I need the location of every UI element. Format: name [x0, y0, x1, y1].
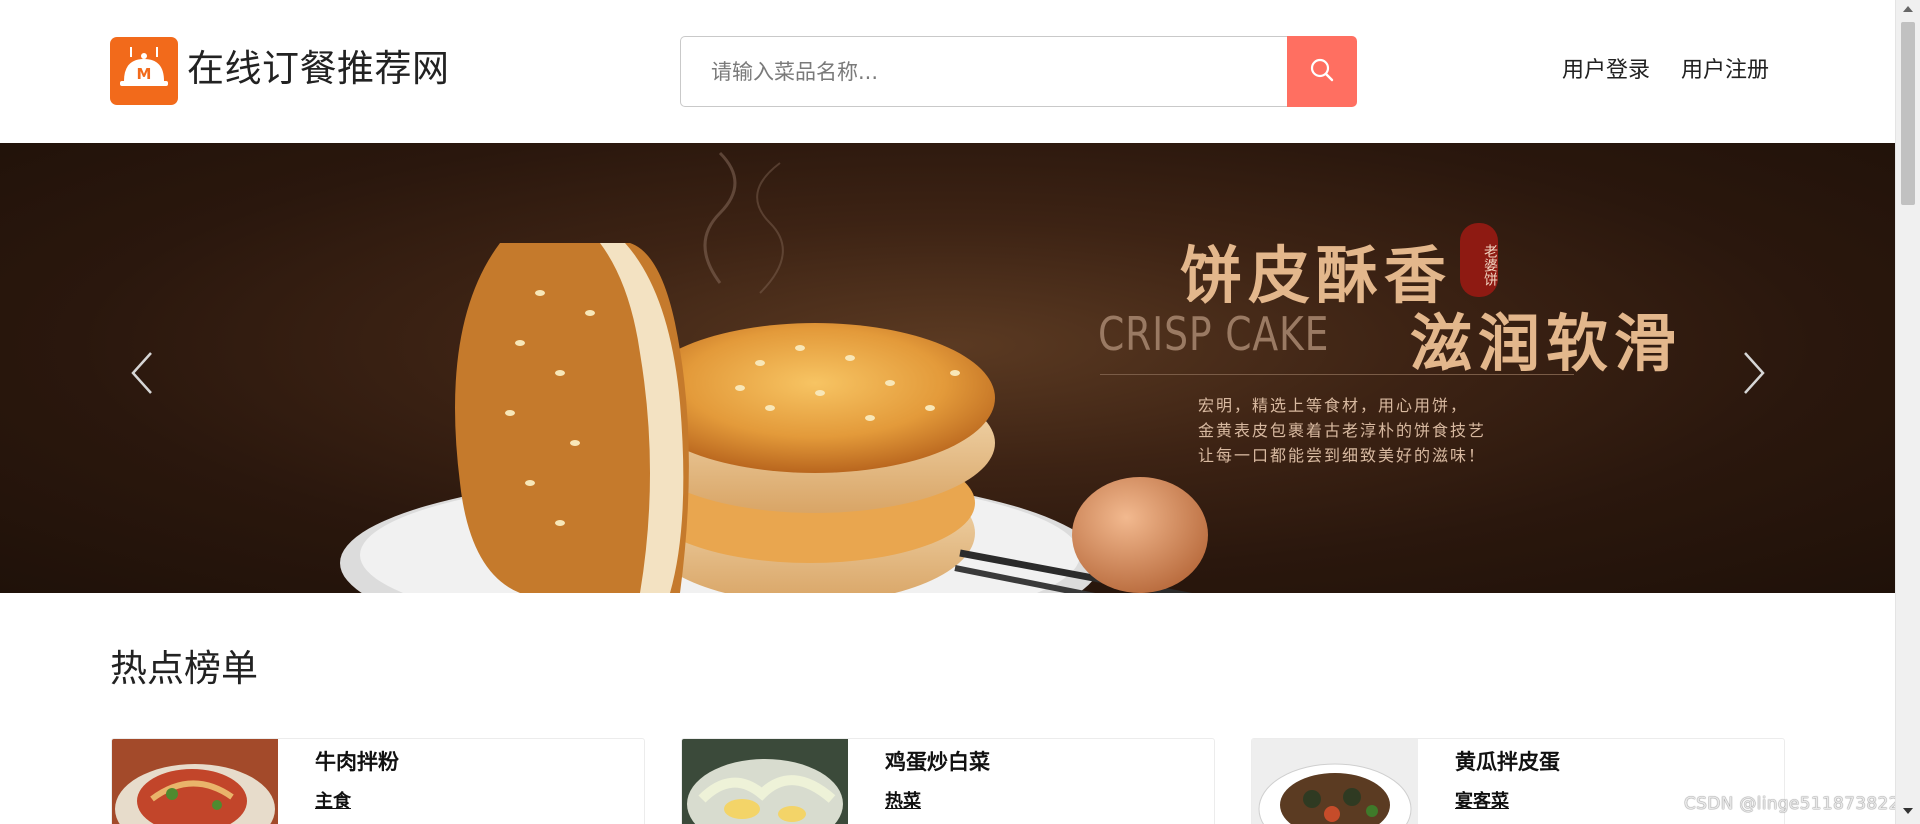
register-link[interactable]: 用户注册	[1681, 55, 1769, 87]
dish-thumbnail	[112, 739, 278, 824]
carousel-prev-icon[interactable]	[122, 343, 162, 403]
search-icon	[1309, 57, 1335, 86]
dish-name[interactable]: 黄瓜拌皮蛋	[1455, 747, 1560, 777]
banner-heading-2: 滋润软滑	[1410, 307, 1683, 380]
banner-divider	[1100, 374, 1574, 375]
dish-category-link[interactable]: 宴客菜	[1455, 789, 1509, 815]
dish-card[interactable]: 牛肉拌粉 主食	[111, 738, 645, 824]
site-title[interactable]: 在线订餐推荐网	[187, 44, 450, 94]
hero-banner[interactable]: 饼皮酥香 老婆饼 CRISP CAKE 滋润软滑 宏明，精选上等食材，用心用饼，…	[0, 143, 1895, 593]
dish-category-link[interactable]: 热菜	[885, 789, 921, 815]
scroll-up-arrow-icon[interactable]	[1903, 6, 1913, 12]
banner-description-line: 让每一口都能尝到细致美好的滋味！	[1198, 446, 1487, 465]
carousel-next-icon[interactable]	[1734, 343, 1774, 403]
page-scrollbar[interactable]	[1895, 0, 1920, 824]
banner-description: 宏明，精选上等食材，用心用饼， 金黄表皮包裹着古老淳朴的饼食技艺 让每一口都能尝…	[1198, 393, 1486, 468]
dish-category-link[interactable]: 主食	[315, 789, 351, 815]
dish-card[interactable]: 鸡蛋炒白菜 热菜	[681, 738, 1215, 824]
site-header: M 在线订餐推荐网 用户登录 用户注册	[0, 0, 1895, 143]
dish-name[interactable]: 鸡蛋炒白菜	[885, 747, 990, 777]
svg-text:M: M	[137, 65, 152, 83]
hot-list-title: 热点榜单	[110, 647, 258, 690]
banner-description-line: 宏明，精选上等食材，用心用饼，	[1198, 396, 1469, 415]
watermark: CSDN @linge511873822	[1684, 794, 1900, 814]
search-input[interactable]	[680, 36, 1288, 107]
site-logo-icon[interactable]: M	[110, 37, 178, 105]
dish-thumbnail	[1252, 739, 1418, 824]
banner-english-title: CRISP CAKE	[1098, 307, 1330, 361]
banner-description-line: 金黄表皮包裹着古老淳朴的饼食技艺	[1198, 421, 1487, 440]
dish-name[interactable]: 牛肉拌粉	[315, 747, 399, 777]
scroll-down-arrow-icon[interactable]	[1903, 808, 1913, 814]
banner-seal: 老婆饼	[1460, 223, 1498, 297]
login-link[interactable]: 用户登录	[1562, 55, 1650, 87]
search-button[interactable]	[1287, 36, 1357, 107]
dish-thumbnail	[682, 739, 848, 824]
scroll-thumb[interactable]	[1901, 22, 1915, 205]
